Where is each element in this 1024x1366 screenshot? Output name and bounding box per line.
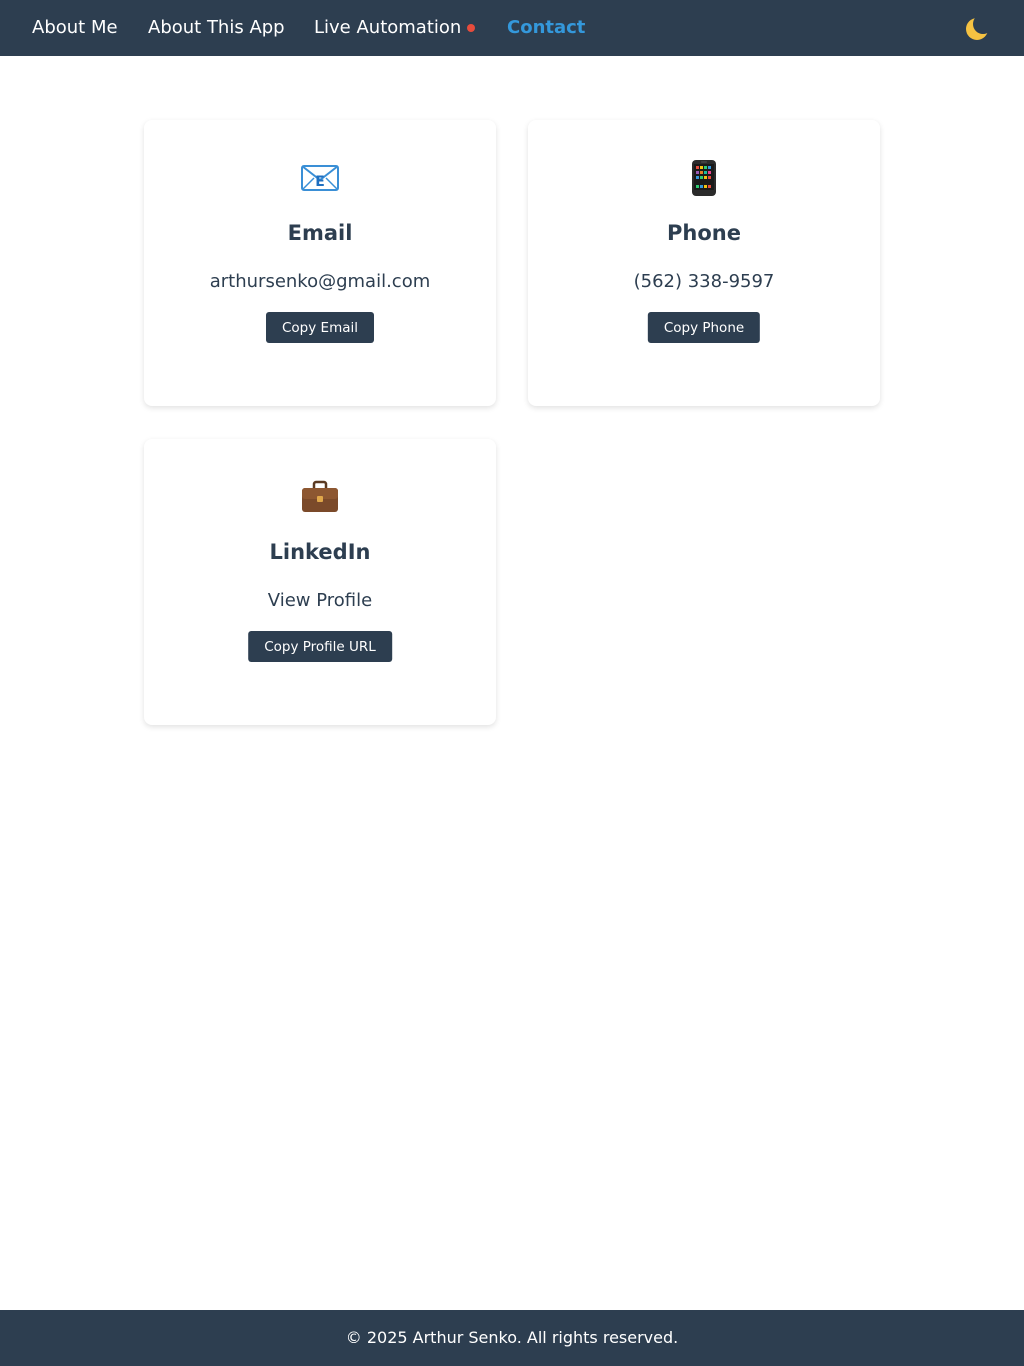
view-profile-link[interactable]: View Profile — [144, 590, 496, 611]
footer-copyright: © 2025 Arthur Senko. All rights reserved… — [345, 1328, 679, 1347]
contact-card-phone: Phone (562) 338-9597 Copy Phone — [528, 120, 880, 406]
envelope-icon: E — [144, 158, 496, 198]
footer: © 2025 Arthur Senko. All rights reserved… — [0, 1310, 1024, 1366]
contact-card-email: E Email arthursenko@gmail.com Copy Email — [144, 120, 496, 406]
copy-profile-url-button[interactable]: Copy Profile URL — [248, 631, 392, 662]
copy-phone-button[interactable]: Copy Phone — [647, 312, 761, 343]
phone-number: (562) 338-9597 — [633, 271, 775, 292]
copy-email-button[interactable]: Copy Email — [266, 312, 374, 343]
top-navbar: About Me About This App Live Automation … — [0, 0, 1024, 56]
theme-toggle-button[interactable] — [964, 14, 994, 42]
mobile-phone-icon — [528, 158, 880, 198]
moon-icon — [964, 14, 994, 42]
briefcase-icon — [144, 477, 496, 517]
email-address: arthursenko@gmail.com — [209, 271, 431, 292]
nav-item-live-automation[interactable]: Live Automation — [314, 0, 461, 56]
contact-card-linkedin: LinkedIn View Profile Copy Profile URL — [144, 439, 496, 725]
card-title: LinkedIn — [269, 540, 371, 564]
nav-item-about-me[interactable]: About Me — [32, 0, 118, 56]
card-title: Phone — [667, 221, 741, 245]
nav-item-about-this-app[interactable]: About This App — [148, 0, 285, 56]
svg-text:E: E — [315, 174, 325, 190]
page: About Me About This App Live Automation … — [0, 0, 1024, 1366]
live-indicator-dot — [467, 24, 475, 32]
card-title: Email — [287, 221, 353, 245]
nav-item-contact[interactable]: Contact — [507, 0, 585, 56]
